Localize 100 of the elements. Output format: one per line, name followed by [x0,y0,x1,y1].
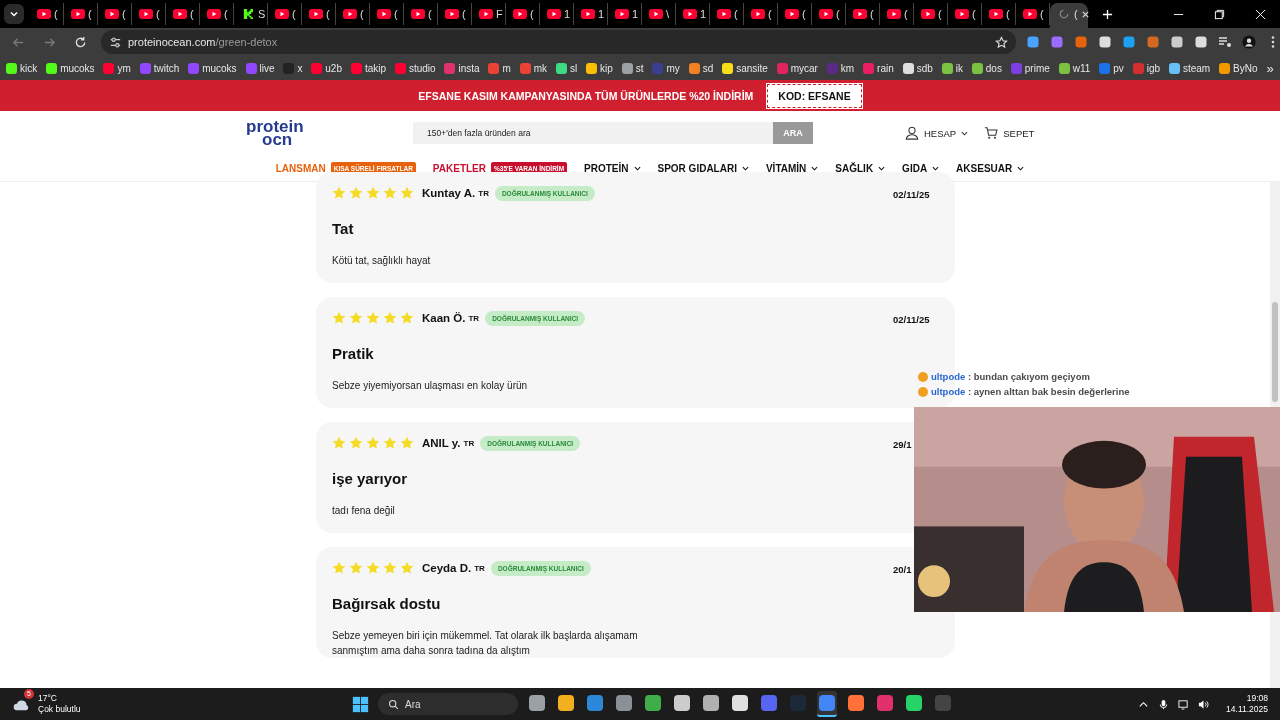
play-icon [411,9,425,19]
bookmark[interactable]: mk [519,62,548,74]
bookmark[interactable]: sansite [722,62,768,74]
browser-tab[interactable]: ( [98,3,132,25]
nav-menu-item[interactable]: GIDA [902,162,940,174]
network-icon[interactable] [1178,698,1190,710]
bookmark[interactable]: sd [688,62,714,74]
browser-tab[interactable]: ( [948,3,982,25]
bookmark[interactable]: kip [586,62,613,74]
avatar-icon[interactable] [1242,35,1256,49]
browser-tab[interactable]: ( [200,3,234,25]
nav-menu-item[interactable]: SPOR GIDALARI [657,162,749,174]
bookmark[interactable]: mucoks [188,62,237,74]
nav-menu-item[interactable]: SAĞLIK [835,162,886,174]
bookmark[interactable]: twitch [139,62,180,74]
bookmark[interactable]: km [826,62,855,74]
bookmark[interactable]: steam [1168,62,1211,74]
bookmark[interactable]: m [488,62,511,74]
cart-link[interactable]: SEPET [984,126,1035,140]
extension-icon[interactable] [1170,35,1184,49]
browser-tab[interactable]: ( [166,3,200,25]
bookmark-star-icon[interactable] [995,35,1008,49]
bookmark[interactable]: w11 [1058,62,1091,74]
bookmark[interactable]: studio [394,62,436,74]
bookmark[interactable]: ByNo [1219,62,1258,74]
bookmark[interactable]: dos [971,62,1002,74]
browser-tab[interactable]: 1 [676,3,710,25]
browser-tab[interactable]: ( [710,3,744,25]
browser-tab[interactable]: ( [744,3,778,25]
bookmark[interactable]: u2b [311,62,342,74]
more-bookmarks-button[interactable]: » [1266,60,1274,76]
browser-tab[interactable]: ( [370,3,404,25]
browser-tab[interactable]: ( [132,3,166,25]
bookmark[interactable]: mucoks [46,62,95,74]
browser-tab[interactable]: ( [812,3,846,25]
browser-tab[interactable]: ( [404,3,438,25]
start-icon[interactable] [352,695,369,713]
loading-icon [1057,9,1071,19]
browser-tab[interactable]: ( [336,3,370,25]
extension-icon[interactable] [1026,35,1040,49]
browser-tab[interactable]: ( [982,3,1016,25]
bookmark[interactable]: my [652,62,680,74]
search-field[interactable]: 150+'den fazla üründen ara [413,122,773,144]
site-settings-icon[interactable] [109,35,122,49]
browser-tab[interactable]: ( [1050,3,1088,31]
bookmark[interactable]: kick [6,62,38,74]
browser-tab[interactable]: ( [846,3,880,25]
nav-menu-item[interactable]: PROTEİN [584,162,641,174]
browser-tab[interactable]: \ [642,3,676,25]
browser-tab[interactable]: 1 [574,3,608,25]
browser-tab[interactable]: 1 [608,3,642,25]
bookmark[interactable]: x [283,62,303,74]
nav-menu-item[interactable]: VİTAMİN [765,162,819,174]
bookmark[interactable]: pv [1099,62,1124,74]
bookmark[interactable]: live [245,62,275,74]
address-bar[interactable]: proteinocean.com/green-detox [101,30,1016,54]
browser-tab[interactable]: ( [778,3,812,25]
nav-menu-item[interactable]: AKSESUAR [956,162,1025,174]
browser-tab[interactable]: ( [64,3,98,25]
bookmark[interactable]: rain [863,62,894,74]
browser-tab[interactable]: ( [302,3,336,25]
reload-icon[interactable] [74,35,87,49]
microphone-icon[interactable] [1158,698,1170,710]
account-link[interactable]: HESAP [905,126,969,140]
taskbar-search-field[interactable]: Ara [378,693,518,715]
bookmark[interactable]: mycar [776,62,818,74]
bookmark[interactable]: ym [103,62,131,74]
browser-tab[interactable]: ( [914,3,948,25]
restore-icon[interactable] [1214,8,1225,20]
bookmark[interactable]: sdb [902,62,933,74]
browser-tab[interactable]: ( [438,3,472,25]
bookmark[interactable]: insta [444,62,480,74]
browser-tab[interactable]: F [472,3,506,25]
bookmark[interactable]: takip [350,62,386,74]
browser-tab[interactable]: ( [268,3,302,25]
extension-icon[interactable] [1122,35,1136,49]
bookmark[interactable]: sl [555,62,578,74]
browser-tab[interactable]: S [234,3,268,25]
new-tab-icon[interactable] [1102,8,1113,20]
browser-tab[interactable]: ( [1016,3,1050,25]
clock[interactable]: 19:08 14.11.2025 [1226,693,1268,715]
tab-search-button[interactable] [4,4,24,24]
extension-icon[interactable] [1194,35,1208,49]
star-icon [400,561,414,575]
volume-icon[interactable] [1198,698,1210,710]
media-icon[interactable] [1218,35,1232,49]
bookmark[interactable]: st [621,62,644,74]
browser-tab[interactable]: 1 [540,3,574,25]
chevron-icon [633,164,641,172]
scrollbar-thumb[interactable] [1272,302,1278,402]
browser-tab[interactable]: ( [880,3,914,25]
bookmark[interactable]: igb [1132,62,1160,74]
bookmark[interactable]: prime [1010,62,1050,74]
logo[interactable]: protein ocn [246,120,413,146]
bookmark[interactable]: ik [941,62,963,74]
close-icon[interactable] [1080,9,1090,19]
browser-tab[interactable]: ( [506,3,540,25]
extension-icon[interactable] [1098,35,1112,49]
taskbar-app[interactable] [817,691,837,717]
browser-tab[interactable]: ( [30,3,64,25]
